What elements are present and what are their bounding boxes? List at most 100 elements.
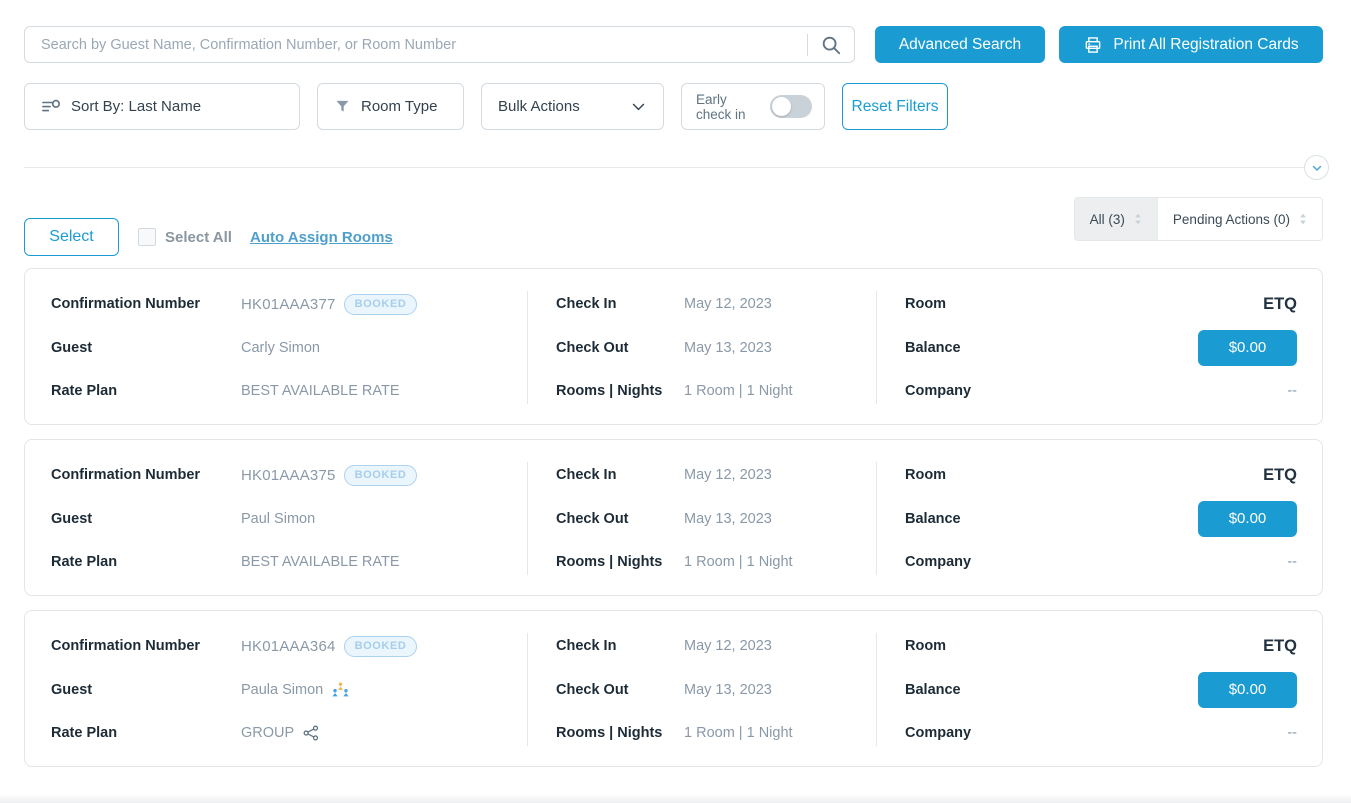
result-tabs: All (3) Pending Actions (0) — [1074, 197, 1323, 241]
early-check-in-filter: Early check in — [681, 83, 825, 130]
search-input[interactable] — [41, 37, 795, 53]
check-out-label: Check Out — [556, 511, 684, 527]
room-type-label: Room Type — [361, 98, 437, 115]
balance-label: Balance — [905, 340, 961, 356]
guest-label: Guest — [51, 682, 241, 698]
check-in-label: Check In — [556, 467, 684, 483]
check-out-value: May 13, 2023 — [684, 340, 772, 356]
confirmation-number-value: HK01AAA364 — [241, 638, 336, 655]
company-label: Company — [905, 554, 971, 570]
guest-value: Paula Simon — [241, 682, 323, 698]
printer-icon — [1083, 35, 1103, 55]
early-check-in-toggle[interactable] — [770, 95, 812, 118]
chevron-down-icon — [630, 98, 647, 115]
check-in-value: May 12, 2023 — [684, 296, 772, 312]
balance-label: Balance — [905, 511, 961, 527]
sort-by-dropdown[interactable]: Sort By: Last Name — [24, 83, 300, 130]
share-icon[interactable] — [302, 724, 320, 742]
company-value: -- — [1287, 554, 1297, 570]
rate-plan-label: Rate Plan — [51, 725, 241, 741]
status-badge: BOOKED — [344, 636, 418, 657]
check-out-value: May 13, 2023 — [684, 682, 772, 698]
collapse-filters-button[interactable] — [1304, 155, 1329, 180]
search-box — [24, 26, 855, 63]
card-stay-column: Check In May 12, 2023 Check Out May 13, … — [527, 269, 876, 424]
card-stay-column: Check In May 12, 2023 Check Out May 13, … — [527, 611, 876, 766]
tab-pending-actions[interactable]: Pending Actions (0) — [1157, 198, 1322, 240]
reset-filters-button[interactable]: Reset Filters — [842, 83, 948, 130]
room-value: ETQ — [1263, 637, 1297, 656]
card-identity-column: Confirmation Number HK01AAA375 BOOKED Gu… — [25, 440, 527, 595]
check-in-label: Check In — [556, 296, 684, 312]
status-badge: BOOKED — [344, 294, 418, 315]
tab-pending-actions-label: Pending Actions (0) — [1173, 212, 1290, 227]
confirmation-number-label: Confirmation Number — [51, 638, 241, 654]
auto-assign-rooms-link[interactable]: Auto Assign Rooms — [250, 229, 393, 246]
advanced-search-button[interactable]: Advanced Search — [875, 26, 1045, 63]
section-divider — [24, 167, 1323, 168]
balance-button[interactable]: $0.00 — [1198, 330, 1297, 366]
rate-plan-value: BEST AVAILABLE RATE — [241, 554, 400, 570]
card-account-column: Room ETQ Balance $0.00 Company -- — [876, 440, 1322, 595]
sort-by-label: Sort By: Last Name — [71, 98, 201, 115]
tab-all[interactable]: All (3) — [1075, 198, 1157, 240]
funnel-icon — [334, 98, 351, 115]
check-out-label: Check Out — [556, 682, 684, 698]
balance-button[interactable]: $0.00 — [1198, 501, 1297, 537]
room-label: Room — [905, 467, 946, 483]
search-row: Advanced Search Print All Registration C… — [24, 26, 1323, 63]
print-all-registration-cards-button[interactable]: Print All Registration Cards — [1059, 26, 1323, 63]
chevron-down-circle-icon — [1311, 162, 1323, 174]
filter-row: Sort By: Last Name Room Type Bulk Action… — [24, 83, 1323, 130]
check-out-label: Check Out — [556, 340, 684, 356]
room-value: ETQ — [1263, 295, 1297, 314]
check-in-value: May 12, 2023 — [684, 638, 772, 654]
card-account-column: Room ETQ Balance $0.00 Company -- — [876, 611, 1322, 766]
sorter-icon — [1134, 213, 1142, 225]
reservation-card[interactable]: Confirmation Number HK01AAA364 BOOKED Gu… — [24, 610, 1323, 767]
select-all-checkbox[interactable] — [138, 228, 156, 246]
card-stay-column: Check In May 12, 2023 Check Out May 13, … — [527, 440, 876, 595]
guest-label: Guest — [51, 340, 241, 356]
confirmation-number-label: Confirmation Number — [51, 467, 241, 483]
rate-plan-label: Rate Plan — [51, 554, 241, 570]
balance-label: Balance — [905, 682, 961, 698]
confirmation-number-value: HK01AAA377 — [241, 296, 336, 313]
group-guests-icon — [331, 682, 350, 698]
bulk-actions-dropdown[interactable]: Bulk Actions — [481, 83, 664, 130]
toggle-knob — [772, 97, 791, 116]
sorter-icon — [1299, 213, 1307, 225]
rate-plan-label: Rate Plan — [51, 383, 241, 399]
company-value: -- — [1287, 725, 1297, 741]
search-icon[interactable] — [820, 34, 842, 56]
early-check-in-label: Early check in — [696, 92, 760, 122]
balance-button[interactable]: $0.00 — [1198, 672, 1297, 708]
company-value: -- — [1287, 383, 1297, 399]
guest-value: Carly Simon — [241, 340, 320, 356]
confirmation-number-label: Confirmation Number — [51, 296, 241, 312]
select-button[interactable]: Select — [24, 218, 119, 256]
selection-controls: Select Select All Auto Assign Rooms — [24, 218, 393, 256]
reservation-card[interactable]: Confirmation Number HK01AAA375 BOOKED Gu… — [24, 439, 1323, 596]
reservation-card[interactable]: Confirmation Number HK01AAA377 BOOKED Gu… — [24, 268, 1323, 425]
guest-value: Paul Simon — [241, 511, 315, 527]
card-identity-column: Confirmation Number HK01AAA364 BOOKED Gu… — [25, 611, 527, 766]
rooms-nights-label: Rooms | Nights — [556, 554, 684, 570]
rooms-nights-label: Rooms | Nights — [556, 725, 684, 741]
check-out-value: May 13, 2023 — [684, 511, 772, 527]
check-in-label: Check In — [556, 638, 684, 654]
check-in-value: May 12, 2023 — [684, 467, 772, 483]
select-all-label: Select All — [165, 229, 232, 246]
rooms-nights-value: 1 Room | 1 Night — [684, 554, 793, 570]
reservation-list: Confirmation Number HK01AAA377 BOOKED Gu… — [24, 268, 1323, 767]
guest-label: Guest — [51, 511, 241, 527]
card-identity-column: Confirmation Number HK01AAA377 BOOKED Gu… — [25, 269, 527, 424]
rooms-nights-value: 1 Room | 1 Night — [684, 725, 793, 741]
rate-plan-value: GROUP — [241, 725, 294, 741]
room-label: Room — [905, 296, 946, 312]
tab-all-label: All (3) — [1090, 212, 1125, 227]
room-type-filter[interactable]: Room Type — [317, 83, 464, 130]
card-account-column: Room ETQ Balance $0.00 Company -- — [876, 269, 1322, 424]
bulk-actions-label: Bulk Actions — [498, 98, 580, 115]
rooms-nights-label: Rooms | Nights — [556, 383, 684, 399]
